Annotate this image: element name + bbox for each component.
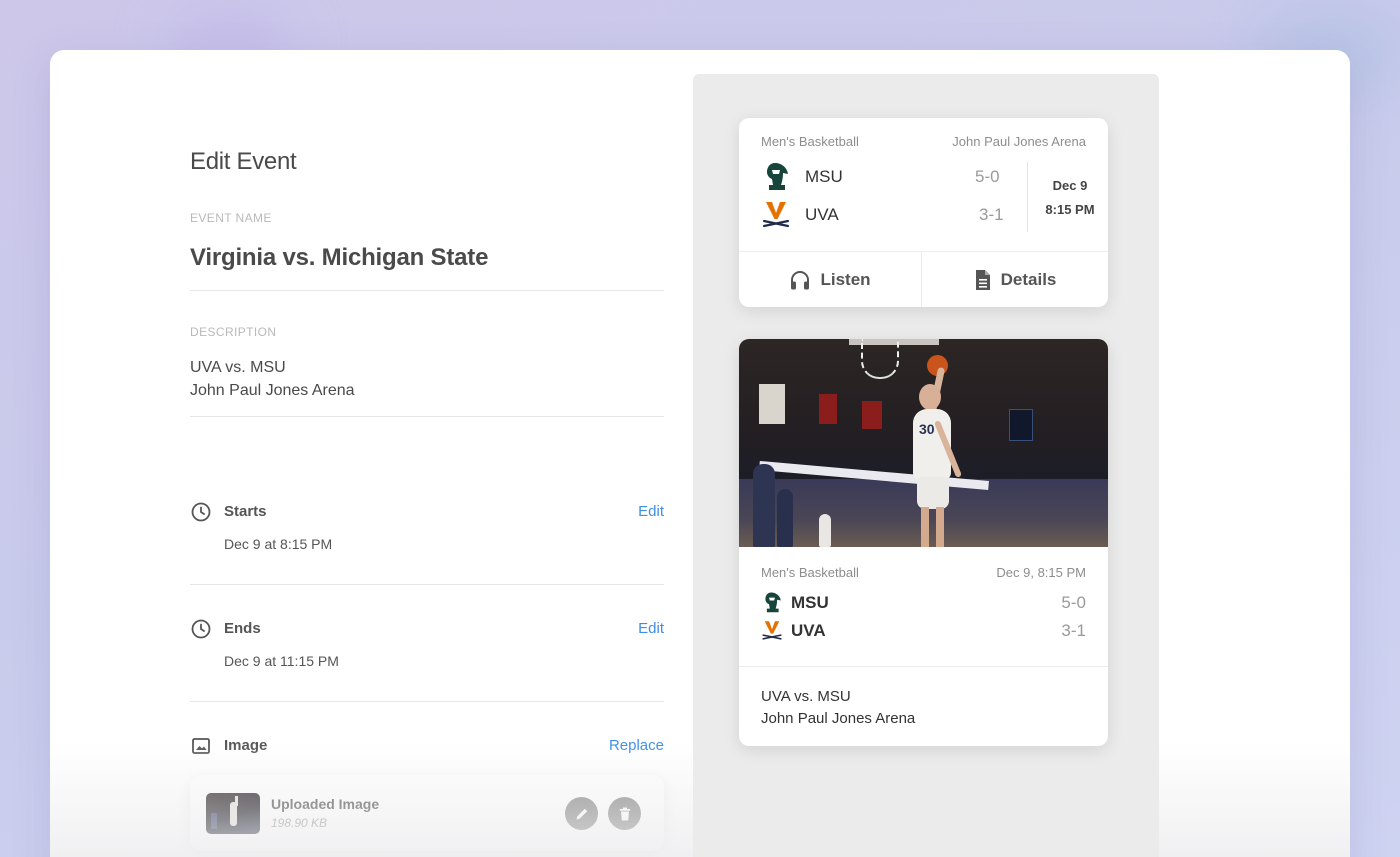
card-divider [1027,162,1028,232]
uploaded-image-name: Uploaded Image [271,796,380,812]
player-leg [921,507,929,547]
team-record: 3-1 [979,205,1004,224]
page-title: Edit Event [190,148,297,175]
description-line: UVA vs. MSU [190,359,286,376]
team-record: 5-0 [975,167,1000,186]
uva-cavalier-logo [762,202,790,228]
team-row-msu: MSU 5-0 [761,161,1011,191]
ends-row: Ends Edit [190,616,664,646]
event-form: Edit Event EVENT NAME Virginia vs. Michi… [190,148,664,851]
player-head [919,384,941,410]
defender-player [777,489,793,547]
team-row-uva: UVA 3-1 [761,619,1086,643]
team-name: UVA [791,621,826,640]
uploaded-image-thumbnail [206,793,260,834]
arena-banner [759,384,785,424]
starts-row: Starts Edit [190,499,664,529]
arena-banner [862,401,882,429]
listen-label: Listen [820,269,871,289]
description-line: John Paul Jones Arena [190,382,355,399]
player-shorts [917,477,949,509]
edit-image-button[interactable] [565,797,598,830]
image-icon [192,738,210,754]
team-record: 3-1 [1061,621,1086,640]
ends-value: Dec 9 at 11:15 PM [224,653,339,669]
uploaded-image-card: Uploaded Image 198.90 KB [190,775,664,851]
event-name-label: EVENT NAME [190,211,272,225]
team-name: UVA [805,205,839,224]
venue-label: John Paul Jones Arena [952,134,1086,149]
thumbnail-player-arm [235,796,238,806]
description-line: UVA vs. MSU [761,688,851,705]
starts-value: Dec 9 at 8:15 PM [224,536,333,552]
game-preview-card: Men's Basketball John Paul Jones Arena M… [739,118,1108,307]
msu-spartan-logo [767,163,788,190]
replace-image-link[interactable]: Replace [609,737,664,754]
event-photo: 30 [739,339,1108,547]
description-field[interactable]: UVA vs. MSU John Paul Jones Arena [190,356,355,402]
basketball-net [861,339,899,379]
thumbnail-defender [211,813,217,829]
game-time: 8:15 PM [1045,202,1095,217]
game-datetime: Dec 9, 8:15 PM [996,565,1086,580]
divider [190,416,664,417]
team-name: MSU [805,167,843,186]
description-label: DESCRIPTION [190,325,277,339]
card-divider [739,666,1108,667]
listen-button[interactable]: Listen [739,252,921,307]
pencil-icon [576,808,587,819]
ends-edit-link[interactable]: Edit [638,620,664,637]
divider [190,584,664,585]
team-row-uva: UVA 3-1 [761,199,1011,229]
arena-banner [819,394,837,424]
jersey-number: 30 [919,421,935,437]
divider [190,290,664,291]
uva-cavalier-logo [762,621,782,640]
event-description: UVA vs. MSU John Paul Jones Arena [761,686,915,730]
ends-label: Ends [224,620,261,637]
image-label: Image [224,737,268,754]
msu-spartan-logo [765,592,781,613]
trash-icon [619,807,630,820]
description-line: John Paul Jones Arena [761,710,916,727]
headphones-icon [791,270,810,289]
details-button[interactable]: Details [922,252,1108,307]
sport-label: Men's Basketball [761,134,859,149]
sport-label: Men's Basketball [761,565,859,580]
scoreboard [1009,409,1033,441]
document-icon [975,269,990,290]
teammate-player [819,514,831,547]
clock-icon [191,502,211,522]
game-date: Dec 9 [1052,178,1088,193]
team-record: 5-0 [1061,593,1086,612]
image-row: Image Replace [190,733,664,763]
team-row-msu: MSU 5-0 [761,591,1086,615]
starts-edit-link[interactable]: Edit [638,503,664,520]
delete-image-button[interactable] [608,797,641,830]
uploaded-image-size: 198.90 KB [271,816,328,830]
photo-preview-card: 30 Men's Basketball Dec 9, 8:15 PM MSU 5… [739,339,1108,746]
details-label: Details [1000,269,1057,289]
event-name-field[interactable]: Virginia vs. Michigan State [190,244,488,272]
starts-label: Starts [224,503,267,520]
defender-player [753,464,775,547]
team-name: MSU [791,593,829,612]
clock-icon [191,619,211,639]
divider [190,701,664,702]
player-leg [936,507,944,547]
